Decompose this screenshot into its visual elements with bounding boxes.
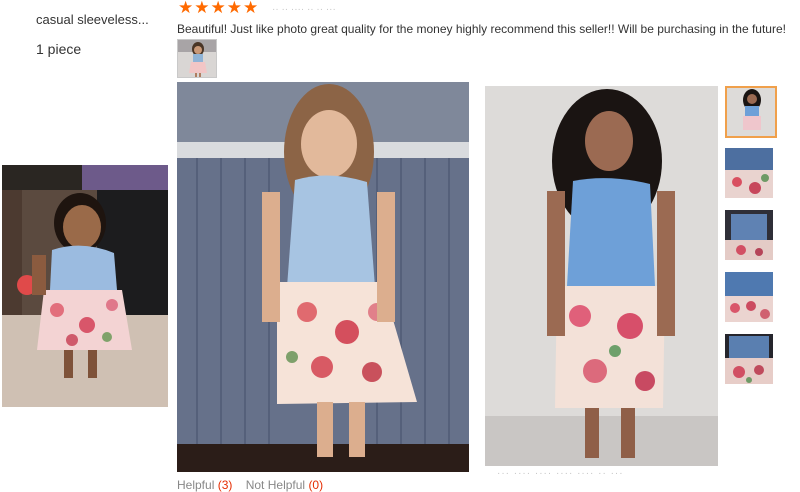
star-icon: ★ — [226, 0, 242, 17]
product-quantity: 1 piece — [36, 41, 82, 57]
photo-thumbnail-4[interactable] — [725, 272, 773, 322]
photo-caption: ··· ···· ···· ···· ···· ·· ··· — [497, 468, 624, 479]
product-title[interactable]: casual sleeveless... — [36, 12, 149, 27]
photo-thumbnail-5[interactable] — [725, 334, 773, 384]
review-photo-3[interactable] — [485, 86, 718, 466]
photo-thumbnail-2[interactable] — [725, 148, 773, 198]
photo-thumbnail-3[interactable] — [725, 210, 773, 260]
star-icon: ★ — [243, 0, 259, 17]
photo-thumbnail-1[interactable] — [725, 86, 777, 138]
star-icon: ★ — [178, 0, 194, 17]
star-icon: ★ — [210, 0, 226, 17]
review-photo-2[interactable] — [177, 82, 469, 472]
star-icon: ★ — [194, 0, 210, 17]
review-photo-1[interactable] — [2, 165, 168, 407]
review-date: ·· ·· ···· ·· ·· ··· — [272, 4, 336, 15]
review-photo-thumbnail[interactable] — [177, 39, 217, 78]
rating-stars: ★ ★ ★ ★ ★ — [178, 0, 258, 16]
review-text: Beautiful! Just like photo great quality… — [177, 22, 786, 36]
